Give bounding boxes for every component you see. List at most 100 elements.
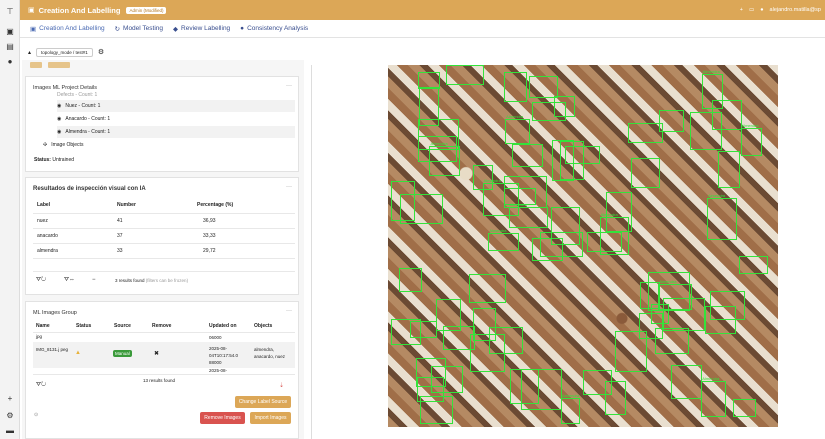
image-icon: ▣ bbox=[30, 25, 37, 33]
bounding-box-label: Almendra bbox=[702, 375, 720, 381]
settings-icon[interactable]: ⚙ bbox=[5, 410, 15, 420]
images-group-card: ML Images Group ··· Name Status Source R… bbox=[25, 301, 299, 439]
bounding-box[interactable] bbox=[615, 330, 648, 373]
bounding-box[interactable]: Almendra bbox=[561, 393, 581, 424]
bounding-box[interactable] bbox=[528, 75, 558, 98]
bounding-box[interactable] bbox=[532, 238, 564, 261]
tree-row[interactable]: ◉ Almendra - Count: 1 bbox=[57, 126, 295, 138]
logo-icon[interactable]: ⊤ bbox=[5, 6, 15, 16]
left-panel: Images ML Project Details ··· Defects - … bbox=[22, 60, 304, 439]
bounding-box[interactable] bbox=[604, 380, 627, 416]
bounding-box[interactable]: Almendra bbox=[505, 114, 531, 144]
bounding-box[interactable] bbox=[630, 158, 660, 189]
location-nav-icon[interactable]: ● bbox=[5, 56, 15, 66]
bounding-box[interactable] bbox=[445, 65, 485, 85]
images-nav-icon[interactable]: ▣ bbox=[5, 26, 15, 36]
more-icon[interactable]: ··· bbox=[286, 83, 292, 89]
app-header: ▣ Creation And Labelling Admin (Modified… bbox=[20, 0, 825, 20]
import-images-button[interactable]: Import Images bbox=[250, 412, 291, 424]
table-row[interactable]: almendra 33 29,72 bbox=[33, 243, 295, 259]
bounding-box[interactable]: Almendra bbox=[701, 376, 727, 417]
user-icon[interactable]: ● bbox=[760, 7, 763, 13]
bounding-box[interactable] bbox=[733, 399, 756, 417]
table-row[interactable]: jpg 06000 bbox=[33, 333, 295, 341]
add-icon[interactable]: + bbox=[5, 393, 15, 403]
bounding-box[interactable] bbox=[436, 299, 462, 331]
user-name[interactable]: alejandro.matilla@sp bbox=[770, 7, 821, 13]
group-count: 13 results found bbox=[143, 378, 176, 383]
bounding-box[interactable] bbox=[418, 135, 458, 163]
table-row[interactable]: nuez 41 36,93 bbox=[33, 213, 295, 229]
change-label-source-button[interactable]: Change Label Source bbox=[235, 396, 291, 408]
more-icon[interactable]: ··· bbox=[286, 308, 292, 314]
bounding-box[interactable] bbox=[606, 192, 633, 233]
tab-consistency-analysis[interactable]: ● Consistency Analysis bbox=[240, 25, 308, 32]
bounding-box[interactable]: Almendra bbox=[488, 228, 520, 251]
object-icon: ◉ bbox=[57, 129, 62, 135]
more-icon[interactable]: ··· bbox=[286, 184, 292, 190]
tree-row[interactable]: ◉ Anacardo - Count: 1 bbox=[57, 113, 295, 125]
tree-row[interactable]: ◉ Nuez - Count: 1 bbox=[57, 100, 295, 112]
folder-icon[interactable]: ▬ bbox=[5, 425, 15, 435]
remove-images-button[interactable]: Remove Images bbox=[200, 412, 245, 424]
window-icon[interactable]: ▭ bbox=[749, 7, 754, 13]
download-icon[interactable]: ⇣ bbox=[279, 382, 284, 389]
bounding-box[interactable] bbox=[419, 396, 454, 424]
settings-icon[interactable]: ⚙ bbox=[98, 48, 104, 56]
bounding-box[interactable] bbox=[521, 368, 563, 410]
bounding-box[interactable] bbox=[511, 143, 544, 167]
bounding-box[interactable] bbox=[560, 141, 585, 181]
bounding-box[interactable] bbox=[704, 306, 736, 334]
left-rail: ⊤ ▣ ▤ ● + ⚙ ▬ bbox=[0, 0, 20, 439]
project-select[interactable]: topology_mode / test#1 bbox=[36, 47, 93, 57]
minus-icon[interactable]: − bbox=[92, 277, 96, 283]
bounding-box[interactable] bbox=[663, 298, 705, 331]
bounding-box[interactable] bbox=[398, 267, 422, 292]
bounding-box[interactable]: Almendra bbox=[707, 193, 737, 240]
layout-nav-icon[interactable]: ▤ bbox=[5, 41, 15, 51]
bounding-box[interactable] bbox=[628, 122, 664, 143]
bounding-box[interactable]: Almendra bbox=[740, 123, 762, 156]
bounding-box[interactable] bbox=[410, 321, 437, 338]
status-line: Status: Untrained bbox=[34, 157, 75, 163]
bounding-box[interactable] bbox=[738, 255, 769, 274]
bounding-box-label: Almendra bbox=[483, 178, 501, 184]
tab-review-labelling[interactable]: ◆ Review Labelling bbox=[173, 25, 230, 33]
app-title: Creation And Labelling bbox=[38, 5, 121, 15]
collapsed-button[interactable] bbox=[48, 62, 70, 68]
bounding-box[interactable] bbox=[431, 366, 463, 394]
bounding-box[interactable] bbox=[473, 308, 497, 342]
results-count: 3 results found (filters can be frozen) bbox=[115, 278, 189, 283]
filter-reset-icon[interactable]: ⛛↻ bbox=[36, 277, 46, 284]
add-icon[interactable]: + bbox=[740, 7, 743, 13]
remove-icon[interactable]: ✖ bbox=[154, 350, 159, 357]
tab-creation-labelling[interactable]: ▣ Creation And Labelling bbox=[30, 25, 105, 33]
collapsed-button[interactable] bbox=[30, 62, 42, 68]
results-title: Resultados de inspección visual con IA bbox=[33, 186, 146, 192]
bounding-box[interactable] bbox=[469, 274, 507, 304]
bounding-box[interactable] bbox=[503, 72, 527, 102]
table-row[interactable]: IMG_8131.j peg ▲ Manual ✖ 2025-08-04T10:… bbox=[33, 342, 295, 368]
app-icon: ▣ bbox=[28, 7, 35, 14]
info-icon: ⊙ bbox=[34, 412, 39, 418]
tab-model-testing[interactable]: ↻ Model Testing bbox=[115, 25, 163, 33]
bounding-box[interactable] bbox=[718, 151, 740, 188]
tree-row[interactable]: ✣ Image Objects bbox=[43, 139, 281, 151]
labelled-image[interactable]: Almendra Almendra Almendra Almendra Almendra… bbox=[388, 65, 778, 427]
bounding-box-label: Almendra bbox=[489, 228, 507, 234]
bounding-box[interactable] bbox=[503, 175, 547, 208]
up-icon[interactable]: ▴ bbox=[28, 49, 31, 56]
filter-freeze-icon[interactable]: ⛛⇔ bbox=[64, 277, 75, 284]
bounding-box[interactable] bbox=[654, 327, 690, 354]
bounding-box[interactable] bbox=[531, 102, 566, 121]
bounding-box[interactable]: Almendra bbox=[701, 69, 724, 110]
filter-reset-icon[interactable]: ⛛↻ bbox=[36, 382, 46, 389]
bounding-box[interactable] bbox=[400, 194, 444, 224]
role-badge: Admin (Modified) bbox=[126, 6, 167, 14]
image-viewer: Almendra Almendra Almendra Almendra Almendra… bbox=[311, 65, 825, 439]
bounding-box-label: Almendra bbox=[741, 123, 759, 129]
status-value: Untrained bbox=[52, 157, 75, 163]
bounding-box[interactable] bbox=[670, 364, 702, 400]
bounding-box[interactable]: Almendra bbox=[508, 202, 549, 229]
table-row[interactable]: anacardo 37 33,33 bbox=[33, 228, 295, 244]
